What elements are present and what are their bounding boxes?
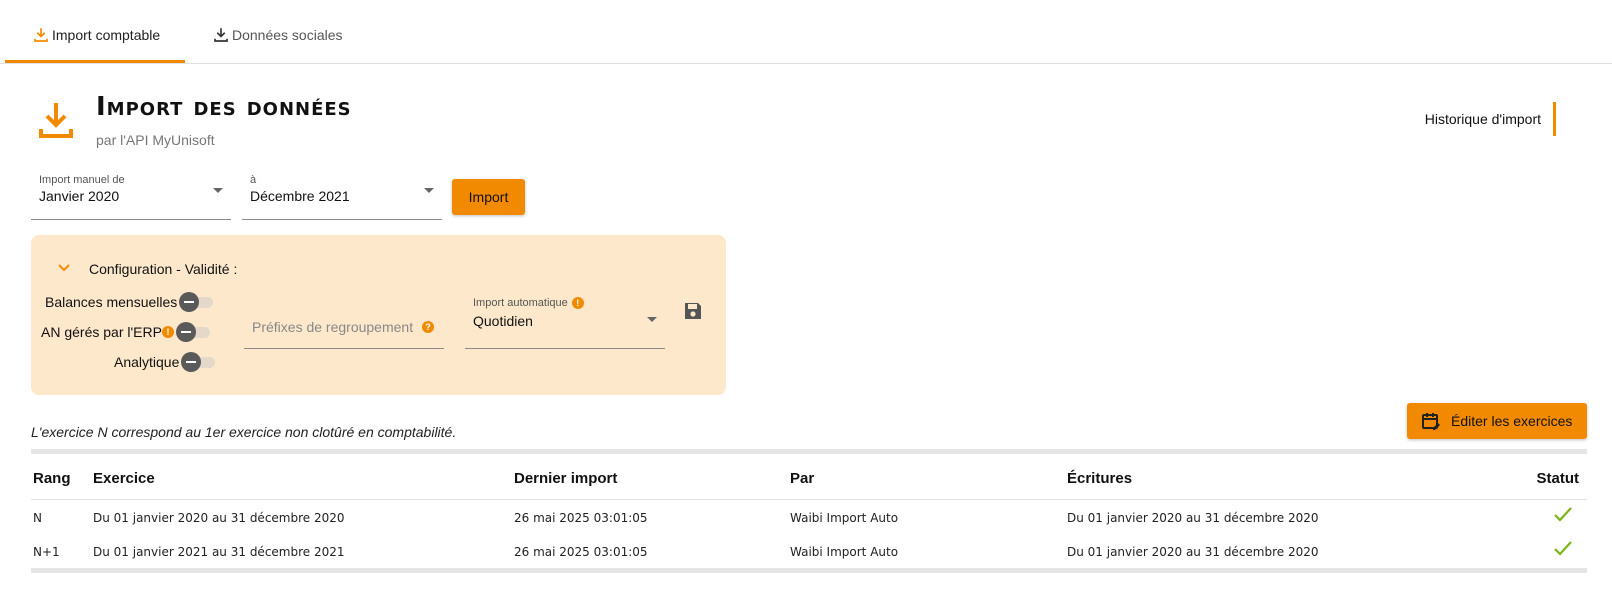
download-icon [39,103,73,138]
chevron-down-icon[interactable] [57,263,71,273]
toggle-label: Analytique [114,354,180,370]
auto-import-value: Quotidien [473,313,533,329]
calendar-edit-icon [1422,413,1440,430]
col-header-par[interactable]: Par [790,470,814,487]
col-header-dernier-import[interactable]: Dernier import [514,470,617,487]
chevron-down-icon [213,188,223,193]
cell-exercice: Du 01 janvier 2021 au 31 décembre 2021 [93,545,345,559]
cell-exercice: Du 01 janvier 2020 au 31 décembre 2020 [93,511,345,525]
import-from-value: Janvier 2020 [39,188,120,204]
import-button[interactable]: Import [452,179,525,215]
toggle-knob [181,352,202,372]
cell-par: Waibi Import Auto [790,511,899,525]
an-erp-toggle[interactable] [175,322,212,342]
help-icon[interactable]: ? [422,321,434,333]
cell-par: Waibi Import Auto [790,545,899,559]
prefix-input[interactable]: Préfixes de regroupement ? [244,305,444,349]
toggle-knob [175,322,196,342]
tab-bar: Import comptable Données sociales [0,0,1612,64]
chevron-down-icon [647,317,657,322]
chevron-down-icon [424,188,434,193]
table-row[interactable]: N Du 01 janvier 2020 au 31 décembre 2020… [31,500,1587,534]
download-icon [34,28,48,42]
balances-mensuelles-toggle[interactable] [179,292,215,312]
config-panel: Configuration - Validité : Balances mens… [31,235,726,395]
toggle-row-balances: Balances mensuelles [45,292,215,312]
info-icon[interactable]: ! [571,297,584,309]
tab-donnees-sociales[interactable]: Données sociales [212,26,343,44]
cell-ecritures: Du 01 janvier 2020 au 31 décembre 2020 [1067,511,1319,525]
tab-label: Données sociales [232,27,343,43]
import-from-label: Import manuel de [39,174,125,186]
toggle-knob [179,292,200,312]
import-history-link[interactable]: Historique d'import [1425,102,1556,136]
tab-label: Import comptable [52,27,161,43]
config-title: Configuration - Validité : [89,261,238,277]
auto-import-select[interactable]: Import automatique! Quotidien [465,287,665,349]
toggle-row-analytique: Analytique [114,352,217,372]
edit-exercises-button[interactable]: Éditer les exercices [1407,403,1587,439]
info-icon[interactable]: ! [161,326,174,338]
check-icon [1554,541,1572,556]
col-header-ecritures[interactable]: Écritures [1067,470,1132,487]
table-header: Rang Exercice Dernier import Par Écritur… [31,454,1587,500]
col-header-statut[interactable]: Statut [1537,470,1580,487]
exercise-note: L'exercice N correspond au 1er exercice … [31,424,457,440]
toggle-row-an: AN gérés par l'ERP ! [41,322,212,342]
prefix-placeholder: Préfixes de regroupement [252,319,414,335]
edit-exercises-label: Éditer les exercices [1451,413,1573,429]
import-to-value: Décembre 2021 [250,188,350,204]
active-tab-indicator [5,60,185,63]
import-to-label: à [250,174,257,186]
check-icon [1554,507,1572,522]
col-header-rang[interactable]: Rang [33,470,71,487]
page-title: Import des données [96,92,352,122]
col-header-exercice[interactable]: Exercice [93,470,155,487]
import-to-select[interactable]: à Décembre 2021 [242,170,442,220]
tab-import-comptable[interactable]: Import comptable [32,26,160,44]
cell-dernier-import: 26 mai 2025 03:01:05 [514,545,648,559]
auto-import-label-text: Import automatique [473,297,568,309]
page-subtitle: par l'API MyUnisoft [96,132,215,148]
cell-rang: N [33,511,42,525]
table-row[interactable]: N+1 Du 01 janvier 2021 au 31 décembre 20… [31,534,1587,568]
cell-dernier-import: 26 mai 2025 03:01:05 [514,511,648,525]
download-icon [214,28,228,42]
cell-ecritures: Du 01 janvier 2020 au 31 décembre 2020 [1067,545,1319,559]
analytique-toggle[interactable] [181,352,217,372]
toggle-label: Balances mensuelles [45,294,178,310]
toggle-label: AN gérés par l'ERP [41,324,162,340]
exercises-table: Rang Exercice Dernier import Par Écritur… [31,449,1587,573]
auto-import-label: Import automatique! [473,297,584,309]
save-icon[interactable] [683,301,703,321]
import-from-select[interactable]: Import manuel de Janvier 2020 [31,170,231,220]
cell-rang: N+1 [33,545,60,559]
